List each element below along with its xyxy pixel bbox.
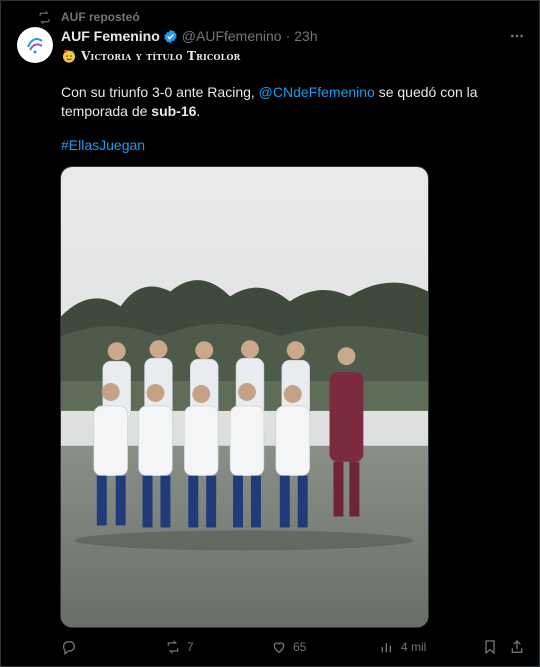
bio-text: Victoria y título Tricolor — [81, 49, 241, 63]
bookmark-icon — [485, 640, 495, 655]
tweet-body: Con su triunfo 3-0 ante Racing, @CNdeFfe… — [61, 83, 521, 121]
tweet-text-bold: sub-16 — [151, 103, 197, 119]
retweet-icon — [167, 640, 179, 654]
views-count: 4 mil — [401, 640, 427, 654]
auf-femenino-logo — [27, 38, 43, 54]
author-handle[interactable]: @AUFfemenino — [182, 28, 282, 44]
heart-icon — [273, 642, 285, 654]
retweet-button[interactable]: 7 — [165, 637, 194, 657]
more-options-button[interactable] — [507, 26, 527, 46]
repost-label[interactable]: AUF reposteó — [61, 10, 140, 24]
reply-button[interactable] — [61, 637, 83, 657]
views-button[interactable]: 4 mil — [379, 637, 426, 657]
author-bio-line: Victoria y título Tricolor — [61, 47, 241, 65]
avatar[interactable] — [17, 27, 53, 63]
separator-dot: · — [285, 28, 291, 44]
tweet-header: AUF Femenino @AUFfemenino · 23h — [61, 26, 527, 46]
party-face-emoji-icon — [63, 49, 75, 63]
share-button[interactable] — [509, 637, 525, 657]
reply-icon — [62, 641, 75, 655]
bookmark-button[interactable] — [482, 637, 498, 657]
share-icon — [511, 640, 523, 653]
more-icon — [511, 34, 523, 38]
timestamp[interactable]: 23h — [294, 28, 317, 44]
retweet-count: 7 — [187, 640, 194, 654]
hashtag-link[interactable]: #EllasJuegan — [61, 137, 145, 153]
repost-header: AUF reposteó — [38, 9, 140, 25]
tweet-actions-bar: 7 65 4 mil — [61, 637, 523, 657]
mention-link[interactable]: @CNdeFfemenino — [259, 84, 375, 100]
tweet-text-part: . — [196, 103, 201, 119]
author-name[interactable]: AUF Femenino — [61, 28, 160, 44]
team-photo — [61, 167, 428, 627]
like-button[interactable]: 65 — [271, 637, 306, 657]
repost-icon — [39, 10, 50, 24]
tweet-text-part: Con su triunfo 3-0 ante Racing, — [61, 84, 259, 100]
like-count: 65 — [293, 640, 307, 654]
tweet-card[interactable]: AUF reposteó AUF Femenino @AUFfemenino ·… — [0, 0, 540, 667]
analytics-icon — [381, 643, 391, 653]
tweet-image[interactable] — [60, 166, 429, 628]
verified-badge-icon — [164, 29, 177, 43]
